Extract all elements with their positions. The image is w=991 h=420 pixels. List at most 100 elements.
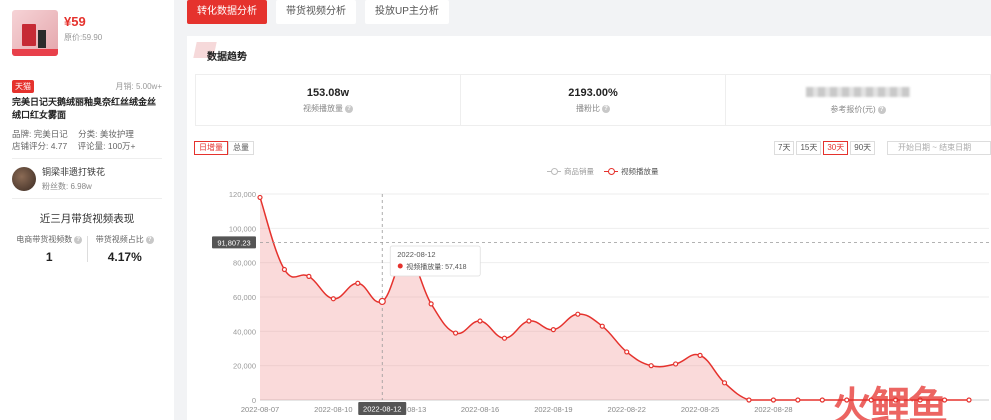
data-point bbox=[526, 318, 532, 324]
data-point bbox=[428, 301, 434, 307]
data-point bbox=[624, 349, 630, 355]
legend-item-sales[interactable]: 商品销量 bbox=[547, 166, 594, 177]
divider bbox=[12, 158, 162, 159]
divider bbox=[12, 198, 162, 199]
data-point bbox=[550, 327, 556, 333]
data-point bbox=[819, 397, 825, 403]
kpi-label: 视频播放量 bbox=[303, 104, 343, 113]
product-panel: ¥59 原价:59.90 天猫 月销: 5.00w+ 完美日记天鹅绒丽釉臭奈红丝… bbox=[0, 0, 174, 420]
toggle-total[interactable]: 总量 bbox=[228, 141, 254, 155]
tab-uploader[interactable]: 投放UP主分析 bbox=[365, 0, 449, 24]
range-selector: 7天 15天 30天 90天 bbox=[774, 141, 876, 155]
card-title: 数据趋势 bbox=[207, 52, 247, 63]
tooltip-date: 2022-08-12 bbox=[397, 250, 435, 259]
tab-conversion[interactable]: 转化数据分析 bbox=[187, 0, 267, 24]
y-tick-label: 100,000 bbox=[229, 224, 256, 233]
y-tick-label: 0 bbox=[252, 396, 256, 405]
range-30d[interactable]: 30天 bbox=[823, 141, 849, 155]
data-point bbox=[477, 318, 483, 324]
legend-item-plays[interactable]: 视频播放量 bbox=[604, 166, 659, 177]
data-point bbox=[966, 397, 972, 403]
avatar[interactable] bbox=[12, 166, 36, 191]
help-icon[interactable]: ? bbox=[877, 105, 886, 114]
monthly-sales: 月销: 5.00w+ bbox=[115, 82, 162, 91]
range-90d[interactable]: 90天 bbox=[850, 141, 876, 155]
y-tick-label: 20,000 bbox=[233, 362, 256, 371]
review-count-text: 评论量: 100万+ bbox=[77, 141, 136, 151]
data-point bbox=[770, 397, 777, 403]
data-point bbox=[501, 335, 508, 341]
stat-video-ratio: 带货视频占比? 4.17% bbox=[88, 234, 163, 264]
shop-name[interactable]: 铜梁非遗打铁花 bbox=[42, 165, 105, 178]
toggle-daily[interactable]: 日增量 bbox=[194, 141, 228, 155]
y-tick-label: 40,000 bbox=[233, 327, 256, 336]
blurred-value bbox=[806, 87, 910, 97]
stat-label: 带货视频占比 bbox=[95, 235, 144, 244]
kpi-value: 2193.00% bbox=[568, 87, 618, 99]
data-point bbox=[355, 280, 361, 286]
product-meta: 品牌: 完美日记 分类: 美妆护理 店铺评分: 4.77 评论量: 100万+ bbox=[12, 128, 162, 152]
help-icon[interactable]: ? bbox=[345, 104, 353, 113]
data-point bbox=[257, 194, 263, 201]
brand-text: 品牌: 完美日记 bbox=[12, 129, 68, 139]
data-point bbox=[452, 330, 459, 336]
help-icon[interactable]: ? bbox=[602, 104, 610, 113]
x-tick-label: 2022-08-16 bbox=[461, 405, 499, 414]
chart-legend: 商品销量 视频播放量 bbox=[547, 166, 659, 177]
kpi-plays: 153.08w 视频播放量? bbox=[196, 75, 461, 125]
recent-stats: 电商带货视频数? 1 带货视频占比? 4.17% bbox=[12, 234, 162, 264]
data-point bbox=[330, 296, 336, 302]
data-point bbox=[795, 397, 801, 403]
kpi-row: 153.08w 视频播放量? 2193.00% 播粉比? 参考报价(元)? bbox=[195, 74, 991, 126]
range-7d[interactable]: 7天 bbox=[774, 141, 795, 155]
help-icon[interactable]: ? bbox=[145, 235, 154, 244]
stat-value: 1 bbox=[45, 250, 53, 264]
shop-rating-text: 店铺评分: 4.77 bbox=[12, 141, 68, 151]
data-point bbox=[721, 380, 728, 386]
stat-label: 电商带货视频数 bbox=[16, 235, 73, 244]
series-area bbox=[260, 197, 969, 400]
data-point bbox=[746, 397, 752, 403]
x-tick-label: 08-13 bbox=[407, 405, 426, 414]
x-tick-label: 2022-08-22 bbox=[608, 405, 646, 414]
stat-value: 4.17% bbox=[107, 250, 142, 264]
data-point bbox=[281, 266, 288, 273]
platform-badge: 天猫 bbox=[12, 80, 34, 93]
product-thumbnail[interactable] bbox=[12, 10, 58, 56]
tab-video[interactable]: 带货视频分析 bbox=[276, 0, 356, 24]
kpi-quote: 参考报价(元)? bbox=[726, 75, 990, 125]
tooltip-value: 视频播放量: 57,418 bbox=[406, 262, 466, 271]
watermark-logo: 火鲤鱼 bbox=[832, 384, 948, 420]
kpi-label: 播粉比 bbox=[576, 104, 600, 113]
x-tick-label: 2022-08-07 bbox=[241, 405, 279, 414]
data-point bbox=[697, 352, 703, 358]
product-header: ¥59 原价:59.90 bbox=[12, 10, 162, 70]
x-tick-label: 2022-08-10 bbox=[314, 405, 352, 414]
help-icon[interactable]: ? bbox=[74, 235, 83, 244]
range-15d[interactable]: 15天 bbox=[796, 141, 822, 155]
crosshair-date: 2022-08-12 bbox=[363, 405, 401, 414]
data-point bbox=[648, 363, 654, 369]
kpi-label: 参考报价(元) bbox=[830, 105, 876, 114]
date-range-picker[interactable]: 开始日期 ~ 结束日期 bbox=[887, 141, 991, 155]
x-tick-label: 2022-08-28 bbox=[754, 405, 792, 414]
product-title[interactable]: 完美日记天鹅绒丽釉臭奈红丝绒金丝绒口红女雾面 bbox=[12, 96, 162, 122]
data-point bbox=[575, 311, 581, 317]
shop-card[interactable]: 铜梁非遗打铁花 粉丝数: 6.98w bbox=[12, 165, 162, 192]
trend-card: 数据趋势 153.08w 视频播放量? 2193.00% 播粉比? 参考报价(元… bbox=[187, 36, 991, 420]
legend-label: 商品销量 bbox=[564, 167, 594, 176]
data-point bbox=[306, 273, 312, 280]
average-label: 91,807.23 bbox=[217, 238, 250, 247]
data-point bbox=[378, 297, 386, 306]
data-point bbox=[599, 323, 605, 329]
stat-video-count: 电商带货视频数? 1 bbox=[12, 234, 87, 264]
kpi-ratio: 2193.00% 播粉比? bbox=[461, 75, 726, 125]
analysis-tabs: 转化数据分析 带货视频分析 投放UP主分析 bbox=[187, 0, 449, 24]
metric-toggle: 日增量 总量 bbox=[194, 141, 254, 155]
data-point bbox=[673, 361, 679, 367]
fans-count: 粉丝数: 6.98w bbox=[42, 182, 92, 191]
x-tick-label: 2022-08-19 bbox=[534, 405, 572, 414]
y-tick-label: 120,000 bbox=[229, 190, 256, 199]
y-tick-label: 80,000 bbox=[233, 259, 256, 268]
kpi-value: 153.08w bbox=[306, 87, 350, 99]
